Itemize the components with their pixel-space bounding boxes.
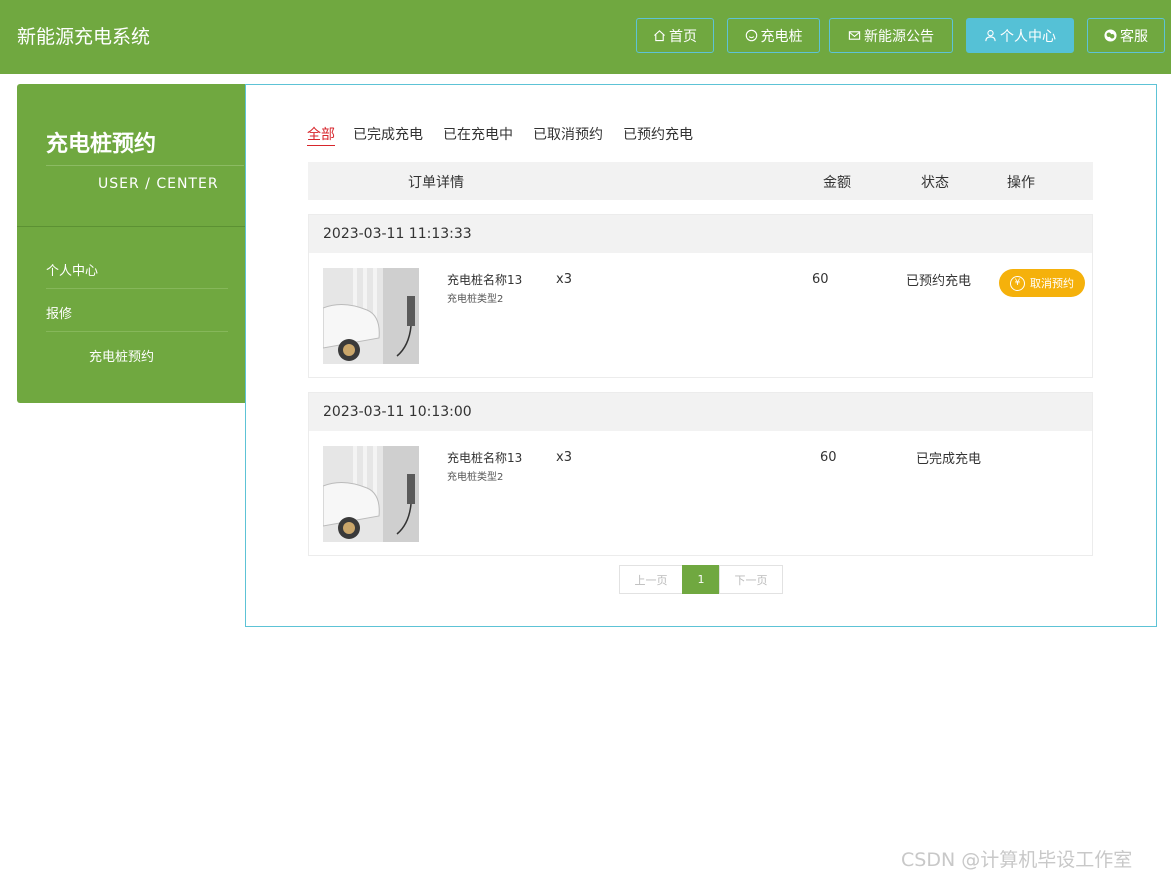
order-header: 2023-03-11 11:13:33 <box>309 215 1092 253</box>
tab-charging[interactable]: 已在充电中 <box>443 124 513 145</box>
table-header: 订单详情 金额 状态 操作 <box>308 162 1093 200</box>
nav-notice-button[interactable]: 新能源公告 <box>829 18 953 53</box>
wechat-icon <box>1104 29 1117 42</box>
order-amount: 60 <box>812 272 829 287</box>
order-time: 2023-03-11 10:13:00 <box>323 404 472 420</box>
nav-charger-label: 充电桩 <box>760 28 803 45</box>
tab-cancelled[interactable]: 已取消预约 <box>533 124 603 145</box>
order-card: 2023-03-11 11:13:33 充电桩名称13 充电桩类型2 x3 60… <box>308 214 1093 378</box>
charger-name: 充电桩名称13 <box>447 273 523 287</box>
cancel-booking-label: 取消预约 <box>1030 277 1074 290</box>
nav-service-button[interactable]: 客服 <box>1087 18 1165 53</box>
order-amount: 60 <box>820 450 837 465</box>
yen-icon: ¥ <box>1010 275 1025 291</box>
site-brand: 新能源充电系统 <box>17 26 151 48</box>
order-quantity: x3 <box>556 272 572 287</box>
nav-home-label: 首页 <box>669 28 697 45</box>
sidebar-divider <box>46 165 244 166</box>
sidebar-item-charger-booking[interactable]: 充电桩预约 <box>89 346 154 365</box>
order-status: 已预约充电 <box>906 274 972 289</box>
col-amount: 金额 <box>823 175 851 191</box>
sidebar-title: 充电桩预约 <box>46 132 157 157</box>
prev-page-button[interactable]: 上一页 <box>619 565 683 594</box>
charger-type: 充电桩类型2 <box>447 472 504 483</box>
user-icon <box>985 30 996 42</box>
next-page-button[interactable]: 下一页 <box>719 565 783 594</box>
page-1-button[interactable]: 1 <box>682 565 720 594</box>
charger-thumbnail[interactable] <box>323 268 419 364</box>
main-panel: 全部 已完成充电 已在充电中 已取消预约 已预约充电 订单详情 金额 状态 操作… <box>245 84 1157 627</box>
home-icon <box>654 30 665 42</box>
tab-all[interactable]: 全部 <box>307 124 335 146</box>
col-detail: 订单详情 <box>408 175 464 191</box>
charger-thumbnail[interactable] <box>323 446 419 542</box>
cancel-booking-button[interactable]: ¥ 取消预约 <box>999 269 1085 297</box>
sidebar-subtitle: USER / CENTER <box>98 176 219 192</box>
charger-type: 充电桩类型2 <box>447 294 504 305</box>
order-card: 2023-03-11 10:13:00 充电桩名称13 充电桩类型2 x3 60… <box>308 392 1093 556</box>
sidebar-item-repair[interactable]: 报修 <box>46 303 72 322</box>
nav-notice-label: 新能源公告 <box>864 28 934 45</box>
charger-car-image <box>323 268 419 364</box>
nav-user-center-label: 个人中心 <box>1000 28 1056 45</box>
nav-charger-button[interactable]: 充电桩 <box>727 18 820 53</box>
nav-service-label: 客服 <box>1120 28 1148 45</box>
order-time: 2023-03-11 11:13:33 <box>323 226 472 242</box>
sidebar-item-user-center[interactable]: 个人中心 <box>46 260 98 279</box>
top-header: 新能源充电系统 首页 充电桩 新能源公告 个人中心 客服 <box>0 0 1171 74</box>
sidebar: 充电桩预约 USER / CENTER 个人中心 报修 充电桩预约 <box>17 84 246 403</box>
watermark: CSDN @计算机毕设工作室 <box>901 849 1133 871</box>
mail-icon <box>848 31 861 40</box>
tab-booked[interactable]: 已预约充电 <box>623 124 693 145</box>
nav-user-center-button[interactable]: 个人中心 <box>966 18 1074 53</box>
tab-completed[interactable]: 已完成充电 <box>353 124 423 145</box>
order-quantity: x3 <box>556 450 572 465</box>
nav-home-button[interactable]: 首页 <box>636 18 714 53</box>
charger-name: 充电桩名称13 <box>447 451 523 465</box>
col-status: 状态 <box>921 175 949 191</box>
charger-car-image <box>323 446 419 542</box>
col-action: 操作 <box>1007 175 1035 191</box>
sidebar-divider <box>17 226 246 227</box>
sidebar-separator <box>46 331 228 332</box>
smile-icon <box>745 29 757 42</box>
order-status: 已完成充电 <box>916 452 982 467</box>
sidebar-separator <box>46 288 228 289</box>
order-header: 2023-03-11 10:13:00 <box>309 393 1092 431</box>
